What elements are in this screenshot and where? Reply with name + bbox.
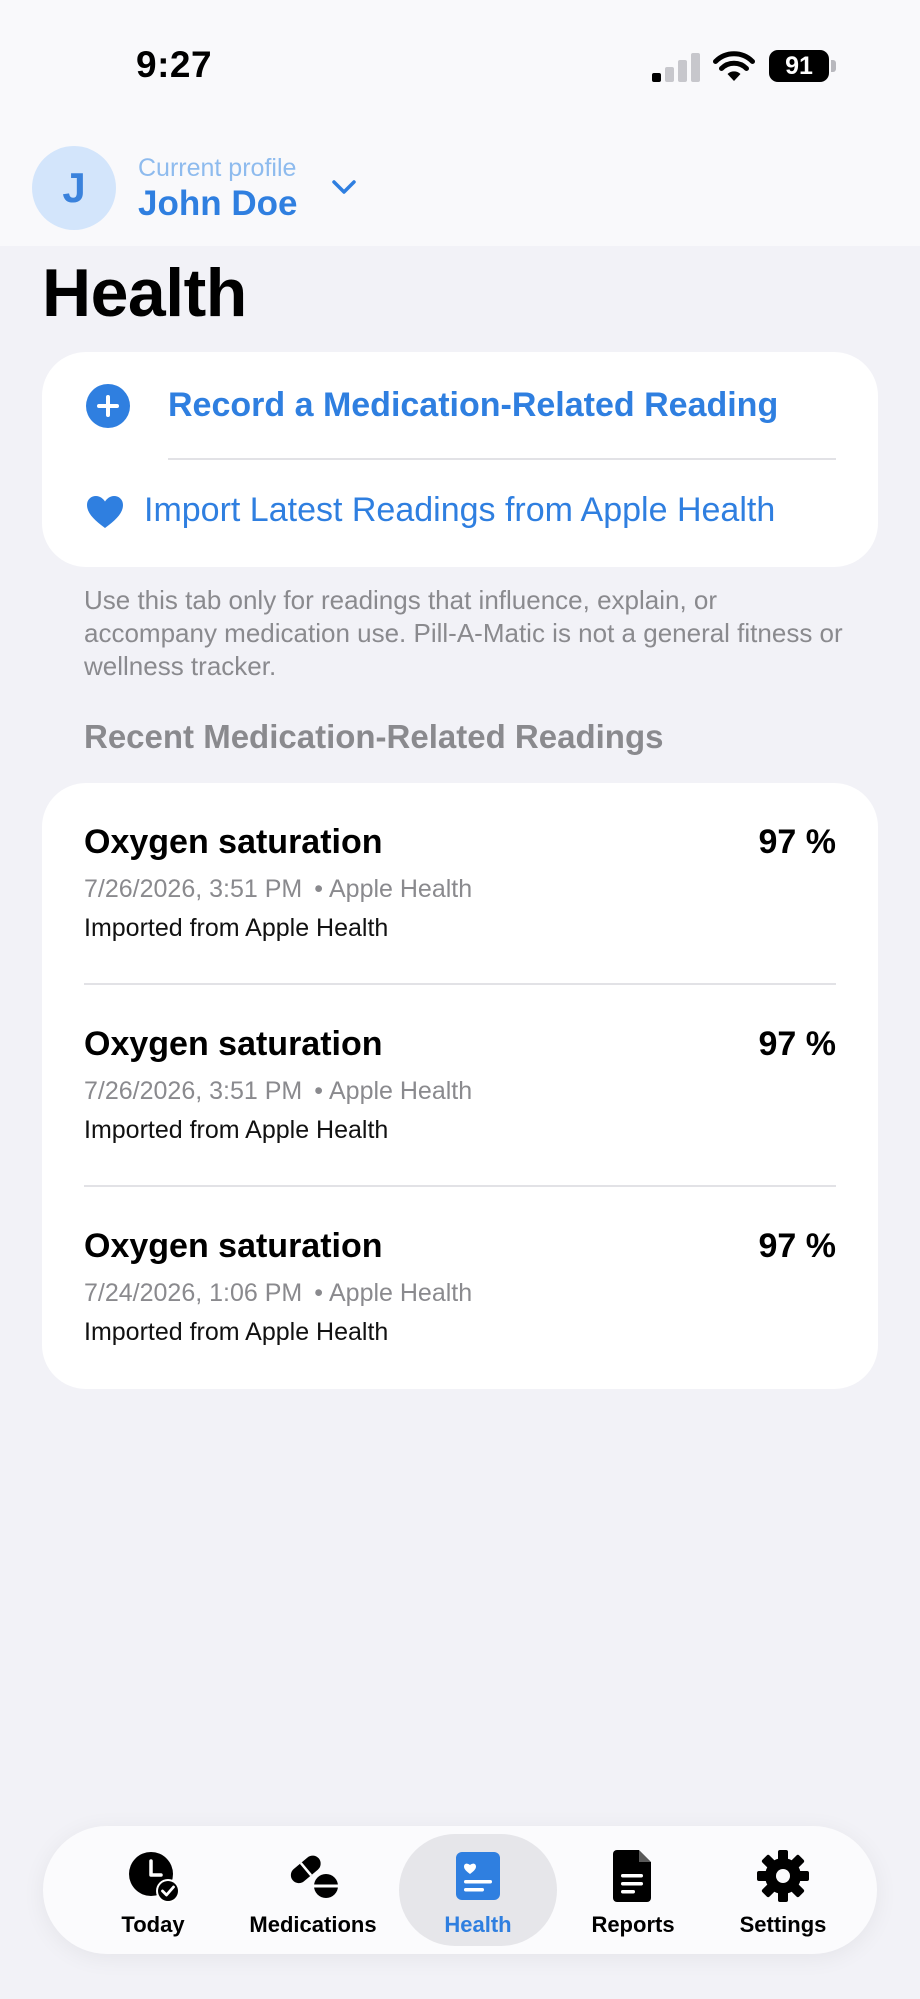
actions-card: Record a Medication-Related Reading Impo…: [42, 352, 878, 567]
reading-name: Oxygen saturation: [84, 1025, 383, 1063]
tab-today[interactable]: Today: [83, 1826, 223, 1954]
meta-separator: •: [314, 1077, 323, 1105]
profile-name: John Doe: [138, 184, 298, 223]
reading-meta: 7/26/2026, 3:51 PM • Apple Health: [84, 875, 472, 904]
record-reading-label: Record a Medication-Related Reading: [168, 386, 779, 424]
reading-name: Oxygen saturation: [84, 1227, 383, 1265]
status-bar: 9:27 91: [0, 0, 920, 130]
reading-note: Imported from Apple Health: [84, 914, 389, 942]
reading-note: Imported from Apple Health: [84, 1318, 389, 1346]
chevron-down-icon: [332, 180, 356, 194]
reading-row[interactable]: Oxygen saturation 97 % 7/24/2026, 1:06 P…: [42, 1187, 878, 1389]
tab-settings[interactable]: Settings: [713, 1826, 853, 1954]
meta-separator: •: [314, 1279, 323, 1307]
profile-switcher[interactable]: J Current profile John Doe: [32, 146, 392, 230]
tab-label: Medications: [249, 1912, 377, 1937]
pills-icon: [290, 1855, 339, 1898]
import-apple-health-button[interactable]: Import Latest Readings from Apple Health: [42, 459, 878, 567]
clock-check-icon: [129, 1852, 180, 1903]
readings-list: Oxygen saturation 97 % 7/26/2026, 3:51 P…: [42, 783, 878, 1389]
reading-source: Apple Health: [328, 1077, 473, 1105]
reading-datetime: 7/26/2026, 3:51 PM: [84, 1077, 303, 1105]
tab-reports[interactable]: Reports: [563, 1826, 703, 1954]
heart-icon: [87, 496, 123, 528]
import-apple-health-label: Import Latest Readings from Apple Health: [144, 491, 776, 529]
reading-source: Apple Health: [328, 875, 473, 903]
wifi-icon: [713, 51, 755, 81]
section-header: Recent Medication-Related Readings: [84, 718, 664, 755]
health-record-icon: [456, 1852, 500, 1900]
plus-circle-icon: [86, 384, 130, 428]
reading-value: 97 %: [758, 1025, 837, 1063]
profile-caption: Current profile: [138, 154, 297, 182]
status-time: 9:27: [136, 44, 213, 85]
reading-datetime: 7/26/2026, 3:51 PM: [84, 875, 303, 903]
tab-medications[interactable]: Medications: [233, 1826, 393, 1954]
reading-note: Imported from Apple Health: [84, 1116, 389, 1144]
reading-value: 97 %: [758, 823, 837, 861]
tab-label: Health: [444, 1912, 512, 1937]
tab-bar: Today Medications Health Reports Setting…: [43, 1826, 877, 1954]
header-area: 9:27 91 J Current profile John Doe: [0, 0, 920, 246]
reading-row[interactable]: Oxygen saturation 97 % 7/26/2026, 3:51 P…: [42, 985, 878, 1187]
reading-value: 97 %: [758, 1227, 837, 1265]
document-icon: [613, 1850, 651, 1902]
reading-row[interactable]: Oxygen saturation 97 % 7/26/2026, 3:51 P…: [42, 783, 878, 985]
page-title: Health: [42, 255, 247, 331]
cellular-signal-icon: [652, 52, 700, 82]
record-reading-button[interactable]: Record a Medication-Related Reading: [42, 352, 878, 458]
tab-label: Reports: [591, 1912, 675, 1937]
tab-label: Today: [121, 1912, 185, 1937]
reading-meta: 7/26/2026, 3:51 PM • Apple Health: [84, 1077, 472, 1106]
avatar: J: [32, 146, 116, 230]
meta-separator: •: [314, 875, 323, 903]
tab-health[interactable]: Health: [408, 1826, 548, 1954]
reading-meta: 7/24/2026, 1:06 PM • Apple Health: [84, 1279, 472, 1308]
reading-datetime: 7/24/2026, 1:06 PM: [84, 1279, 303, 1307]
gear-icon: [757, 1850, 809, 1902]
tab-label: Settings: [739, 1912, 827, 1937]
usage-note: Use this tab only for readings that infl…: [84, 585, 843, 681]
battery-tip: [831, 60, 836, 72]
battery-indicator: 91: [769, 50, 829, 82]
reading-name: Oxygen saturation: [84, 823, 383, 861]
reading-source: Apple Health: [328, 1279, 473, 1307]
